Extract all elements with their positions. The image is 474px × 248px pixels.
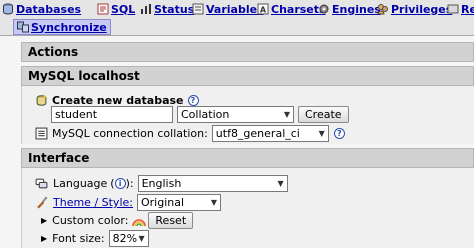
tab-synchronize[interactable]: Synchronize <box>13 19 111 35</box>
database-icon <box>3 3 13 15</box>
interface-header: Interface <box>21 148 474 168</box>
tab-label: SQL <box>111 2 136 16</box>
database-name-input[interactable]: student <box>51 106 173 123</box>
status-icon <box>141 4 151 14</box>
tab-label: Variables <box>206 2 264 16</box>
connection-collation-row: MySQL connection collation: utf8_general… <box>35 125 345 142</box>
create-db-label-row: Create new database ? <box>35 93 199 107</box>
sql-icon <box>97 3 109 15</box>
theme-style-link[interactable]: Theme / Style: <box>53 196 133 209</box>
rainbow-icon[interactable] <box>132 215 147 227</box>
theme-select-value: Original <box>140 196 185 209</box>
tab-sql[interactable]: SQL <box>97 0 135 18</box>
theme-select[interactable]: Original ▼ <box>136 194 221 211</box>
privileges-icon <box>377 4 388 15</box>
language-select[interactable]: English ▼ <box>137 175 288 192</box>
collation-select-value: Collation <box>181 108 230 121</box>
new-database-icon <box>36 94 47 106</box>
connection-collation-select[interactable]: utf8_general_ci ▼ <box>211 125 329 142</box>
synchronize-icon <box>17 21 29 33</box>
dropdown-arrow-icon: ▼ <box>277 179 284 188</box>
connection-collation-label: MySQL connection collation: <box>52 127 208 140</box>
dropdown-arrow-icon: ▼ <box>283 110 290 119</box>
section-title: Interface <box>28 151 90 165</box>
bullet-icon: ▶ <box>41 216 48 225</box>
help-icon[interactable]: ? <box>333 128 345 139</box>
top-navigation: Databases SQL Status Variables A Charset… <box>0 0 474 36</box>
section-title: Actions <box>28 45 79 59</box>
svg-text:A: A <box>260 6 267 15</box>
tab-engines[interactable]: Engines <box>318 0 381 18</box>
collation-icon <box>35 127 48 140</box>
collation-select[interactable]: Collation ▼ <box>177 106 294 123</box>
help-icon[interactable]: i <box>114 178 126 189</box>
help-icon[interactable]: ? <box>187 94 199 106</box>
font-size-row: ▶ Font size: 82% ▼ <box>41 230 149 247</box>
tab-replication[interactable]: Rep <box>447 0 474 18</box>
reset-color-button[interactable]: Reset <box>148 212 194 229</box>
tab-privileges[interactable]: Privileges <box>377 0 452 18</box>
tab-label: Synchronize <box>31 20 107 34</box>
language-sublabel: ( <box>110 177 115 190</box>
custom-color-label: Custom color: <box>52 214 129 227</box>
font-size-select-value: 82% <box>112 232 138 245</box>
language-sublabel-end: ): <box>125 177 134 190</box>
charsets-icon: A <box>257 3 269 15</box>
dropdown-arrow-icon: ▼ <box>318 129 325 138</box>
tab-label: Engines <box>332 2 381 16</box>
language-label: Language <box>53 177 108 190</box>
create-db-form: student Collation ▼ Create <box>51 106 349 123</box>
create-database-button[interactable]: Create <box>298 106 349 123</box>
section-title: MySQL localhost <box>28 69 140 83</box>
language-icon <box>35 178 48 189</box>
replication-icon <box>447 4 459 14</box>
mysql-server-header: MySQL localhost <box>21 66 474 86</box>
variables-icon <box>192 3 204 15</box>
dropdown-arrow-icon: ▼ <box>210 198 217 207</box>
actions-header: Actions <box>21 42 474 62</box>
font-size-label: Font size: <box>52 232 105 245</box>
tab-status[interactable]: Status <box>140 0 194 18</box>
create-db-label: Create new database <box>52 93 184 107</box>
theme-brush-icon <box>37 196 48 209</box>
tab-label: Privileges <box>391 2 453 16</box>
custom-color-row: ▶ Custom color: Reset <box>41 212 194 229</box>
engines-icon <box>319 4 329 14</box>
tab-charsets[interactable]: A Charsets <box>257 0 326 18</box>
tab-label: Rep <box>461 2 474 16</box>
tab-label: Status <box>154 2 195 16</box>
language-row: Language ( i ): English ▼ <box>35 175 288 192</box>
connection-collation-value: utf8_general_ci <box>215 127 300 140</box>
language-select-value: English <box>141 177 182 190</box>
font-size-select[interactable]: 82% ▼ <box>108 230 149 247</box>
tab-variables[interactable]: Variables <box>192 0 264 18</box>
tab-databases[interactable]: Databases <box>2 0 81 18</box>
theme-row: Theme / Style: Original ▼ <box>35 194 221 211</box>
bullet-icon: ▶ <box>41 234 48 243</box>
tab-label: Databases <box>16 2 82 16</box>
dropdown-arrow-icon: ▼ <box>138 234 145 243</box>
